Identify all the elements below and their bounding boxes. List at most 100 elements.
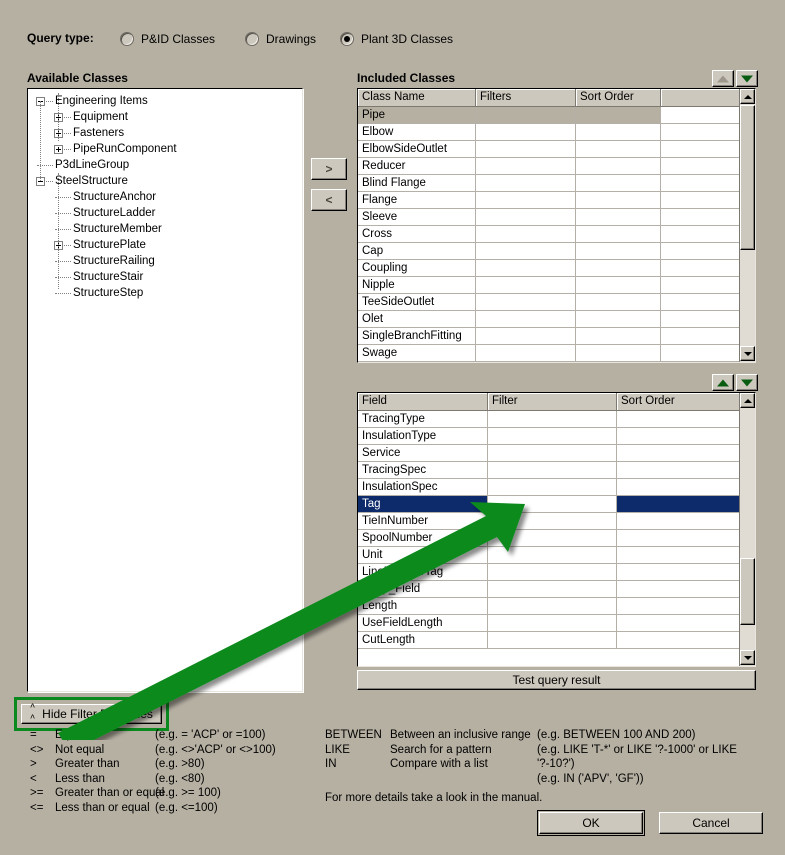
table-cell[interactable] (476, 141, 576, 158)
table-cell[interactable] (476, 209, 576, 226)
table-cell[interactable] (488, 428, 617, 445)
table-row[interactable]: UseFieldLength (358, 615, 755, 632)
column-header[interactable]: Filters (476, 89, 576, 107)
radio-dot-plant-3d-classes[interactable] (340, 32, 354, 46)
table-cell[interactable] (476, 124, 576, 141)
radio-drawings[interactable]: Drawings (245, 32, 316, 46)
table-cell[interactable] (476, 192, 576, 209)
tree-node[interactable]: Equipment (28, 109, 302, 125)
table-row[interactable]: Flange (358, 192, 755, 209)
table-cell[interactable] (661, 311, 740, 328)
table-cell[interactable]: Swage (358, 345, 476, 362)
table-row[interactable]: TieInNumber (358, 513, 755, 530)
table-cell[interactable] (576, 311, 661, 328)
table-cell[interactable] (488, 445, 617, 462)
table-row[interactable]: Blind Flange (358, 175, 755, 192)
table-cell[interactable] (488, 564, 617, 581)
table-cell[interactable] (488, 496, 617, 513)
table-row[interactable]: Swage (358, 345, 755, 362)
table-row[interactable]: Cap (358, 243, 755, 260)
table-cell[interactable] (488, 581, 617, 598)
table-cell[interactable] (617, 598, 740, 615)
hide-filter-examples-button[interactable]: ^ ^ Hide Filter Examples (21, 703, 162, 725)
tree-node[interactable]: P3dLineGroup (28, 157, 302, 173)
table-cell[interactable] (617, 445, 740, 462)
table-cell[interactable]: Olet (358, 311, 476, 328)
table-cell[interactable] (576, 260, 661, 277)
table-cell[interactable]: SpoolNumber (358, 530, 488, 547)
table-row[interactable]: SingleBranchFitting (358, 328, 755, 345)
table-row[interactable]: TracingSpec (358, 462, 755, 479)
table-row[interactable]: Shop_Field (358, 581, 755, 598)
tree-node[interactable]: StructureRailing (28, 253, 302, 269)
table-cell[interactable]: Flange (358, 192, 476, 209)
table-cell[interactable] (617, 547, 740, 564)
table-cell[interactable]: Blind Flange (358, 175, 476, 192)
table-cell[interactable] (488, 615, 617, 632)
table-cell[interactable] (661, 260, 740, 277)
radio-dot-drawings[interactable] (245, 32, 259, 46)
column-header[interactable]: Sort Order (617, 393, 740, 411)
table-cell[interactable]: ElbowSideOutlet (358, 141, 476, 158)
table-cell[interactable]: TieInNumber (358, 513, 488, 530)
table-cell[interactable] (576, 226, 661, 243)
table-cell[interactable] (476, 158, 576, 175)
test-query-result-button[interactable]: Test query result (357, 670, 756, 690)
table-cell[interactable] (617, 581, 740, 598)
cancel-button[interactable]: Cancel (659, 812, 763, 834)
table-cell[interactable]: Sleeve (358, 209, 476, 226)
table-cell[interactable] (476, 226, 576, 243)
table-cell[interactable] (661, 107, 740, 124)
table-cell[interactable] (488, 530, 617, 547)
table-row[interactable]: Reducer (358, 158, 755, 175)
table-cell[interactable]: Length (358, 598, 488, 615)
column-header[interactable]: Sort Order (576, 89, 661, 107)
table-row[interactable]: CutLength (358, 632, 755, 649)
radio-dot-pid-classes[interactable] (120, 32, 134, 46)
tree-node[interactable]: PipeRunComponent (28, 141, 302, 157)
table-cell[interactable] (476, 107, 576, 124)
table-cell[interactable] (617, 479, 740, 496)
table-row[interactable]: Cross (358, 226, 755, 243)
table-cell[interactable] (476, 260, 576, 277)
table-cell[interactable] (576, 277, 661, 294)
table-cell[interactable] (576, 141, 661, 158)
table-cell[interactable] (576, 294, 661, 311)
fields-grid[interactable]: Field Filter Sort Order TracingType Insulati… (357, 392, 756, 667)
column-header[interactable]: Field (358, 393, 488, 411)
table-row[interactable]: InsulationType (358, 428, 755, 445)
table-cell[interactable] (576, 243, 661, 260)
table-cell[interactable] (617, 411, 740, 428)
table-cell[interactable]: Cap (358, 243, 476, 260)
scroll-up-button[interactable] (740, 89, 755, 104)
table-row[interactable]: ElbowSideOutlet (358, 141, 755, 158)
expand-icon[interactable] (54, 145, 63, 154)
radio-pid-classes[interactable]: P&ID Classes (120, 32, 215, 46)
tree-node[interactable]: StructureMember (28, 221, 302, 237)
table-cell[interactable] (576, 192, 661, 209)
table-cell[interactable] (617, 632, 740, 649)
tree-node[interactable]: StructureStep (28, 285, 302, 301)
table-cell[interactable]: SingleBranchFitting (358, 328, 476, 345)
table-cell[interactable] (476, 345, 576, 362)
table-row[interactable]: SpoolNumber (358, 530, 755, 547)
table-row[interactable]: Length (358, 598, 755, 615)
table-row[interactable]: Elbow (358, 124, 755, 141)
table-cell[interactable] (576, 175, 661, 192)
table-cell[interactable]: Elbow (358, 124, 476, 141)
included-classes-grid[interactable]: Class Name Filters Sort Order Pipe Elbow Elbo… (357, 88, 756, 363)
table-cell[interactable] (617, 462, 740, 479)
table-cell[interactable] (617, 530, 740, 547)
table-cell[interactable] (661, 158, 740, 175)
table-cell[interactable] (476, 175, 576, 192)
table-cell[interactable] (576, 209, 661, 226)
table-cell[interactable] (661, 141, 740, 158)
tree-node[interactable]: StructurePlate (28, 237, 302, 253)
field-move-up-button[interactable] (712, 374, 734, 391)
vertical-scrollbar[interactable] (739, 89, 755, 362)
table-cell[interactable] (661, 175, 740, 192)
table-cell[interactable]: InsulationSpec (358, 479, 488, 496)
scroll-thumb[interactable] (740, 105, 755, 250)
table-cell[interactable]: Shop_Field (358, 581, 488, 598)
scroll-down-button[interactable] (740, 650, 755, 665)
